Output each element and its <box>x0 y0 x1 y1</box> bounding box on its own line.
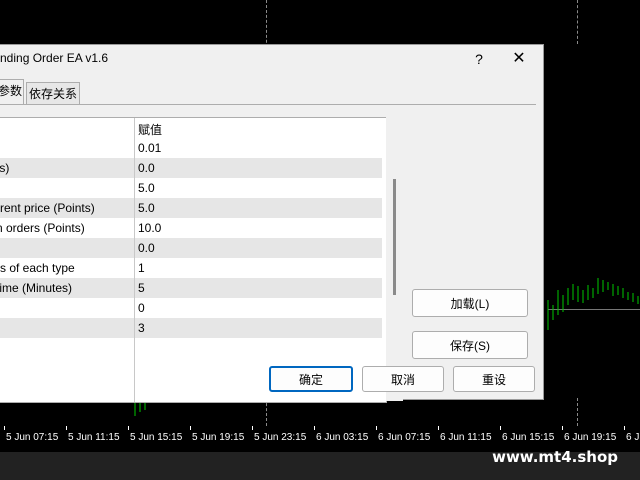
table-row[interactable]: time (Minutes) 5 <box>0 278 382 298</box>
param-value[interactable]: 0.0 <box>138 161 155 175</box>
time-tick <box>624 426 625 430</box>
param-value[interactable]: 0.0 <box>138 241 155 255</box>
vertical-scrollbar[interactable] <box>386 117 403 401</box>
watermark: www.mt4.shop <box>492 448 618 466</box>
time-axis-label: 5 Jun 11:15 <box>68 432 120 443</box>
time-axis-label: 6 Jun 07:15 <box>378 432 431 443</box>
time-axis-label: 5 Jun 15:15 <box>130 432 183 443</box>
reset-button[interactable]: 重设 <box>453 366 535 392</box>
time-tick <box>314 426 315 430</box>
ok-button[interactable]: 确定 <box>269 366 353 392</box>
param-value[interactable]: 10.0 <box>138 221 161 235</box>
time-tick <box>438 426 439 430</box>
param-value[interactable]: 0 <box>138 301 145 315</box>
table-row[interactable]: 0 <box>0 298 382 318</box>
param-name: rs of each type <box>0 261 75 275</box>
param-name: n orders (Points) <box>0 221 85 235</box>
param-name: rrent price (Points) <box>0 201 95 215</box>
tab-parameters[interactable]: 参数 <box>0 79 24 105</box>
column-separator <box>134 118 135 402</box>
time-axis-label: 6 Jun 15:15 <box>502 432 555 443</box>
time-tick <box>128 426 129 430</box>
table-row[interactable]: rrent price (Points) 5.0 <box>0 198 382 218</box>
time-axis-label: 6 Jun 03:15 <box>316 432 369 443</box>
time-tick <box>66 426 67 430</box>
time-tick <box>4 426 5 430</box>
cancel-button[interactable]: 取消 <box>362 366 444 392</box>
time-axis-label: 5 Jun 23:15 <box>254 432 307 443</box>
time-axis-label: 6 Jun 11:15 <box>440 432 492 443</box>
table-row[interactable]: 0.01 <box>0 138 382 158</box>
time-tick <box>252 426 253 430</box>
param-name: ts) <box>0 161 10 175</box>
time-tick <box>190 426 191 430</box>
param-value[interactable]: 3 <box>138 321 145 335</box>
time-axis-label: 5 Jun 19:15 <box>192 432 245 443</box>
time-tick <box>376 426 377 430</box>
table-row[interactable]: 3 <box>0 318 382 338</box>
table-row[interactable]: ) 5.0 <box>0 178 382 198</box>
tab-dependencies[interactable]: 依存关系 <box>26 82 80 105</box>
header-value: 赋值 <box>138 123 163 137</box>
ea-properties-dialog: nding Order EA v1.6 ? ✕ 参数 依存关系 赋值 0.01 … <box>0 44 544 403</box>
time-axis-label: 6 Jun 19:15 <box>564 432 617 443</box>
table-header: 赋值 <box>0 118 382 138</box>
time-axis-label: 5 Jun 07:15 <box>6 432 59 443</box>
param-value[interactable]: 0.01 <box>138 141 161 155</box>
param-name: time (Minutes) <box>0 281 73 295</box>
save-button[interactable]: 保存(S) <box>412 331 528 359</box>
time-axis-label: 6 Jun <box>626 432 640 443</box>
table-row[interactable]: n orders (Points) 10.0 <box>0 218 382 238</box>
table-row[interactable]: ts) 0.0 <box>0 158 382 178</box>
table-row[interactable]: rs of each type 1 <box>0 258 382 278</box>
param-value[interactable]: 5 <box>138 281 145 295</box>
param-value[interactable]: 5.0 <box>138 201 155 215</box>
time-axis: 5 Jun 07:15 5 Jun 11:15 5 Jun 15:15 5 Ju… <box>0 426 640 448</box>
table-row[interactable]: 0.0 <box>0 238 382 258</box>
time-tick <box>562 426 563 430</box>
scrollbar-thumb[interactable] <box>393 179 396 295</box>
time-tick <box>500 426 501 430</box>
load-button[interactable]: 加载(L) <box>412 289 528 317</box>
close-button[interactable]: ✕ <box>504 48 534 70</box>
param-value[interactable]: 5.0 <box>138 181 155 195</box>
dialog-title: nding Order EA v1.6 <box>0 51 109 65</box>
help-button[interactable]: ? <box>466 48 492 70</box>
param-value[interactable]: 1 <box>138 261 145 275</box>
parameters-table: 赋值 0.01 ts) 0.0 ) 5.0 rrent price (Point… <box>0 117 387 403</box>
